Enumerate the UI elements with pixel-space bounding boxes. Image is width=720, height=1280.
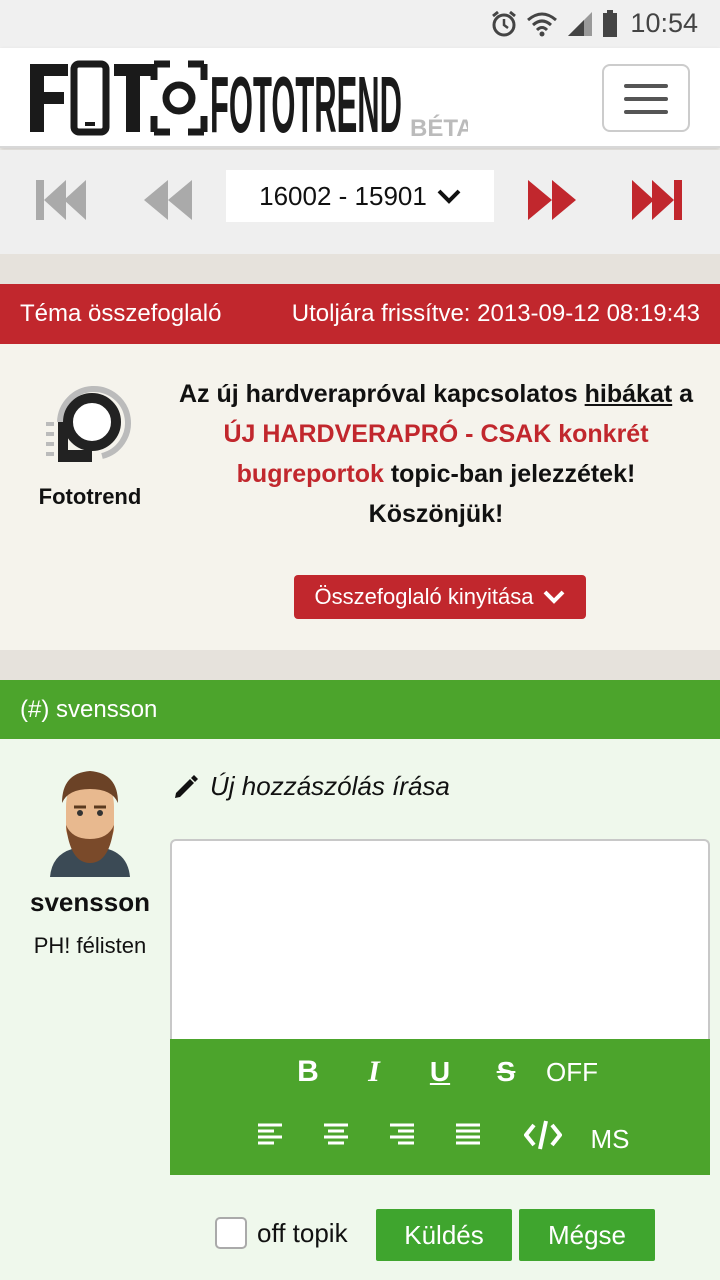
off-topic-checkbox[interactable] [215,1217,247,1249]
user-rank: PH! félisten [33,933,147,958]
user-name[interactable]: svensson [20,887,160,918]
notice-thanks: Köszönjük! [368,500,504,528]
page-range-select[interactable]: 16002 - 15901 [226,170,494,222]
notice-text: a [672,380,694,408]
send-button[interactable]: Küldés [376,1209,512,1261]
wifi-icon [527,12,557,37]
underline-button[interactable]: U [420,1052,460,1092]
align-right-icon[interactable] [388,1121,416,1149]
fototrend-logo[interactable]: FOTOTREND BÉTA [28,58,468,138]
hamburger-line [624,110,668,114]
page-range-value: 16002 - 15901 [259,180,427,211]
chevron-down-icon [544,590,565,604]
summary-body: Fototrend Az új hardverapróval kapcsolat… [0,344,720,650]
off-topic-option: off topik [215,1217,348,1249]
hamburger-line [624,97,668,101]
summary-author[interactable]: Fototrend [30,484,150,510]
bold-button[interactable]: B [288,1052,328,1092]
signal-icon [568,12,592,36]
new-post-heading: Új hozzászólás írása [172,771,450,802]
summary-updated: Utoljára frissítve: 2013-09-12 08:19:43 [291,300,700,327]
cancel-button[interactable]: Mégse [519,1209,655,1261]
divider [0,254,720,284]
notice-text: Az új hardverapróval kapcsolatos [178,380,585,408]
previous-page-icon[interactable] [138,178,198,222]
status-icons [490,9,618,39]
expand-summary-button[interactable]: Összefoglaló kinyitása [294,575,586,619]
summary-notice: Az új hardverapróval kapcsolatos hibákat… [168,374,704,534]
reply-textarea[interactable] [170,839,710,1039]
logo-text: FOTOTREND [210,60,402,138]
ms-button[interactable]: MS [580,1119,640,1159]
align-center-icon[interactable] [322,1121,350,1149]
user-avatar[interactable] [46,769,134,877]
site-header: FOTOTREND BÉTA [0,48,720,148]
off-button[interactable]: OFF [540,1052,604,1092]
next-page-icon[interactable] [522,178,582,222]
clock: 10:54 [630,8,698,38]
summary-header: Téma összefoglaló Utoljára frissítve: 20… [0,284,720,344]
battery-icon [603,10,617,37]
summary-title: Téma összefoglaló [20,300,222,327]
italic-button[interactable]: I [354,1052,394,1092]
last-page-icon[interactable] [626,178,686,222]
reply-header-text: (#) svensson [20,695,158,723]
first-page-icon[interactable] [34,178,94,222]
alarm-icon [492,10,516,37]
status-bar: 10:54 [0,0,720,48]
hamburger-menu-icon [624,84,668,88]
divider [0,650,720,680]
reply-header: (#) svensson [0,680,720,739]
beta-badge: BÉTA [410,114,468,138]
align-left-icon[interactable] [256,1121,284,1149]
notice-link-errors[interactable]: hibákat [585,380,673,408]
expand-summary-label: Összefoglaló kinyitása [314,584,534,609]
formatting-toolbar: B I U S OFF MS [170,1039,710,1175]
fototrend-avatar[interactable] [40,374,138,472]
pencil-icon [175,774,198,798]
chevron-down-icon [437,189,461,204]
menu-button[interactable] [602,64,690,132]
code-icon[interactable] [524,1119,562,1151]
new-post-label: Új hozzászólás írása [210,771,450,801]
strikethrough-button[interactable]: S [486,1052,526,1092]
off-topic-label[interactable]: off topik [257,1218,348,1249]
reply-form: svensson PH! félisten Új hozzászólás írá… [0,739,720,1280]
justify-icon[interactable] [454,1121,482,1149]
notice-text: topic-ban jelezzétek! [383,460,636,488]
